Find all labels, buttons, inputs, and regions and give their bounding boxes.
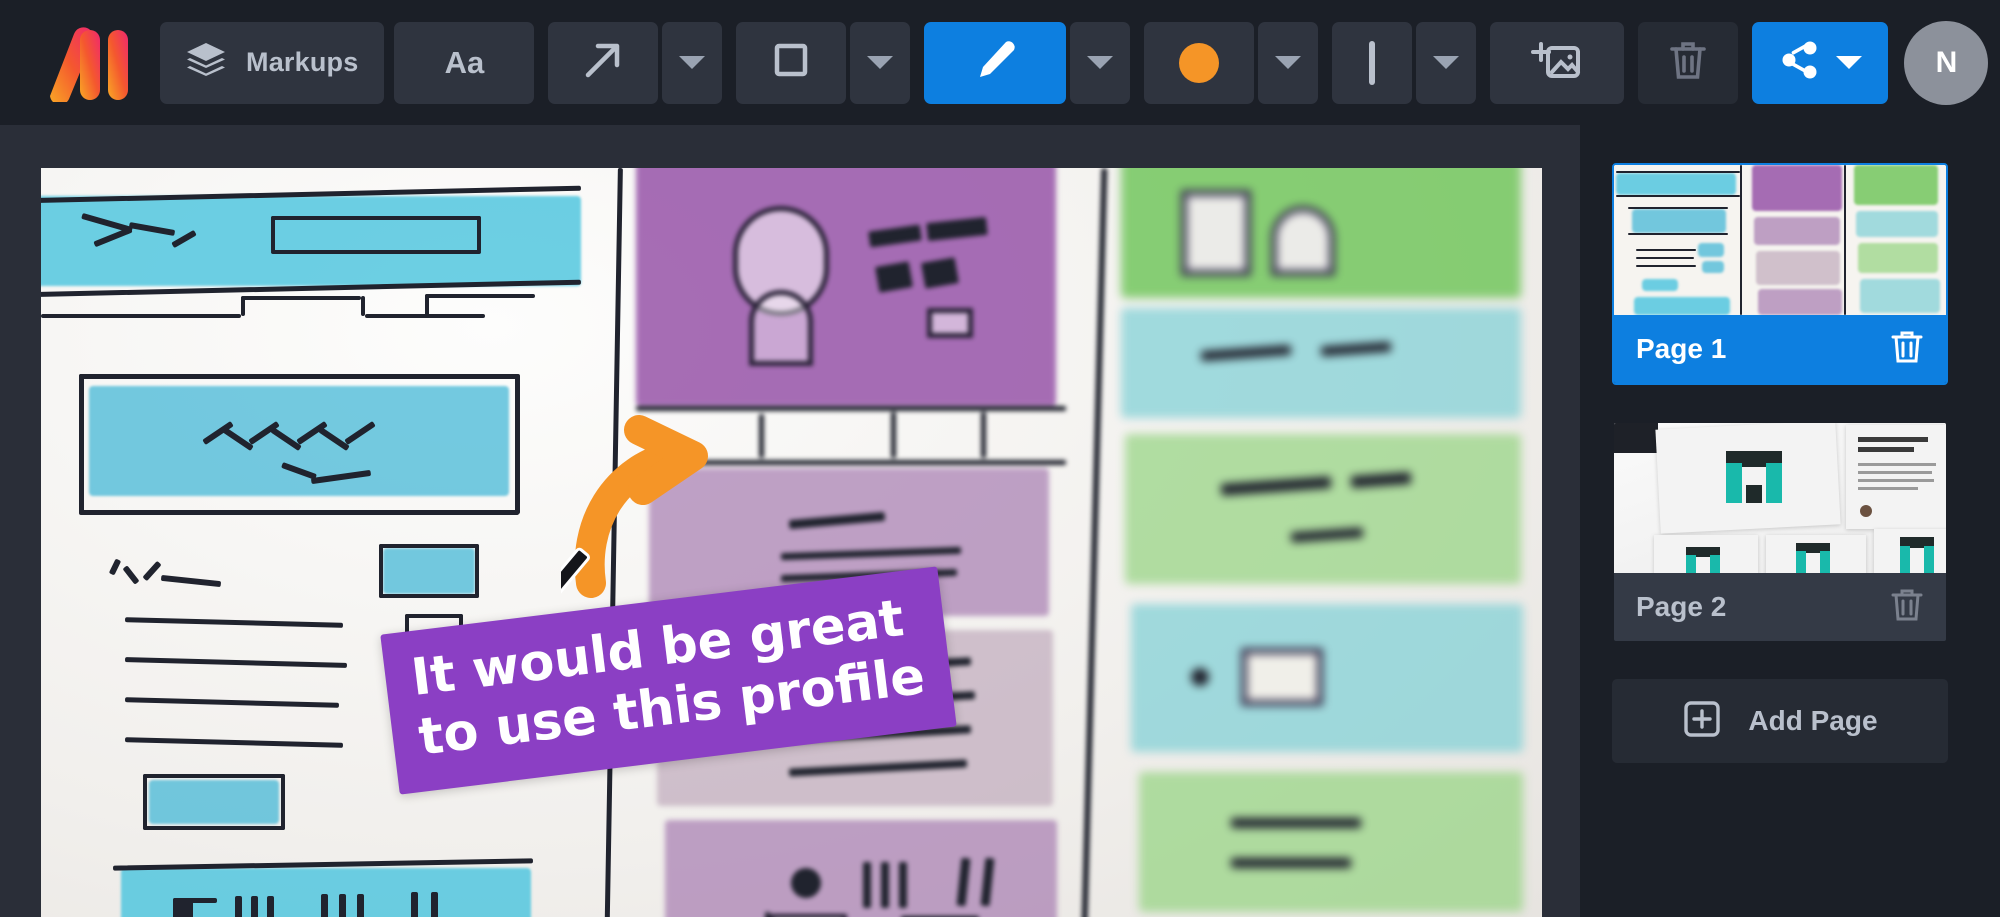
color-swatch-icon [1179, 42, 1220, 83]
arrow-up-right-icon [580, 37, 626, 88]
plus-square-icon [1682, 699, 1722, 744]
markups-group: Markups [160, 21, 385, 104]
delete-group [1638, 21, 1739, 104]
chevron-down-icon [867, 56, 894, 69]
color-tool-caret[interactable] [1258, 21, 1319, 104]
canvas-area[interactable]: It would be great to use this profile [0, 125, 1580, 917]
annotation-arrow[interactable] [539, 408, 761, 606]
markups-label: Markups [246, 47, 359, 77]
page-1-thumbnail [1614, 165, 1946, 315]
shape-tool-group [736, 21, 911, 104]
pen-tool-caret[interactable] [1070, 21, 1131, 104]
text-tool-button[interactable]: Aa [394, 21, 535, 104]
stroke-width-icon [1369, 40, 1376, 85]
workspace: It would be great to use this profile Pa… [0, 125, 2000, 917]
shape-tool-button[interactable] [736, 21, 847, 104]
trash-icon [1667, 37, 1709, 88]
page-2-thumbnail [1614, 423, 1946, 573]
add-image-button[interactable] [1490, 21, 1625, 104]
canvas-image[interactable]: It would be great to use this profile [41, 168, 1542, 917]
pen-icon [970, 35, 1020, 90]
add-image-group [1490, 21, 1625, 104]
arrow-tool-button[interactable] [548, 21, 659, 104]
sketch-column-right [1121, 168, 1542, 917]
arrow-tool-group [548, 21, 723, 104]
add-page-label: Add Page [1748, 705, 1878, 736]
share-caret-chevron-down-icon[interactable] [1836, 56, 1863, 69]
color-tool-button[interactable] [1144, 21, 1255, 104]
page-2-label: Page 2 [1636, 591, 1727, 622]
page-1-label: Page 1 [1636, 333, 1727, 364]
add-image-icon [1531, 36, 1583, 89]
page-2-delete-trash-icon[interactable] [1890, 586, 1924, 629]
avatar-initial: N [1935, 45, 1958, 79]
chevron-down-icon [1275, 56, 1302, 69]
pages-sidebar: Page 1 Page 2 Add Page [1580, 125, 2000, 917]
pen-tool-button[interactable] [924, 21, 1067, 104]
sketch-column-left [41, 168, 621, 917]
layers-icon [186, 41, 226, 84]
stroke-tool-group [1332, 21, 1477, 104]
text-icon: Aa [444, 44, 485, 80]
stroke-tool-button[interactable] [1332, 21, 1413, 104]
delete-button[interactable] [1638, 21, 1739, 104]
text-tool-group: Aa [394, 21, 535, 104]
square-icon [770, 39, 812, 86]
main-toolbar: Markups Aa N [0, 0, 2000, 125]
markups-button[interactable]: Markups [160, 21, 385, 104]
markup-hero-logo[interactable] [30, 24, 138, 102]
shape-tool-caret[interactable] [850, 21, 911, 104]
add-page-button[interactable]: Add Page [1612, 679, 1948, 763]
chevron-down-icon [1087, 56, 1114, 69]
color-tool-group [1144, 21, 1319, 104]
share-button[interactable] [1752, 21, 1889, 104]
pen-tool-group [924, 21, 1131, 104]
page-2-bar[interactable]: Page 2 [1614, 573, 1946, 641]
share-nodes-icon [1778, 38, 1822, 87]
page-1-bar[interactable]: Page 1 [1614, 315, 1946, 383]
stroke-tool-caret[interactable] [1416, 21, 1477, 104]
chevron-down-icon [679, 56, 706, 69]
page-card-2[interactable]: Page 2 [1612, 421, 1948, 643]
chevron-down-icon [1433, 56, 1460, 69]
avatar[interactable]: N [1904, 20, 1989, 105]
arrow-tool-caret[interactable] [662, 21, 723, 104]
page-1-delete-trash-icon[interactable] [1890, 328, 1924, 371]
page-card-1[interactable]: Page 1 [1612, 163, 1948, 385]
